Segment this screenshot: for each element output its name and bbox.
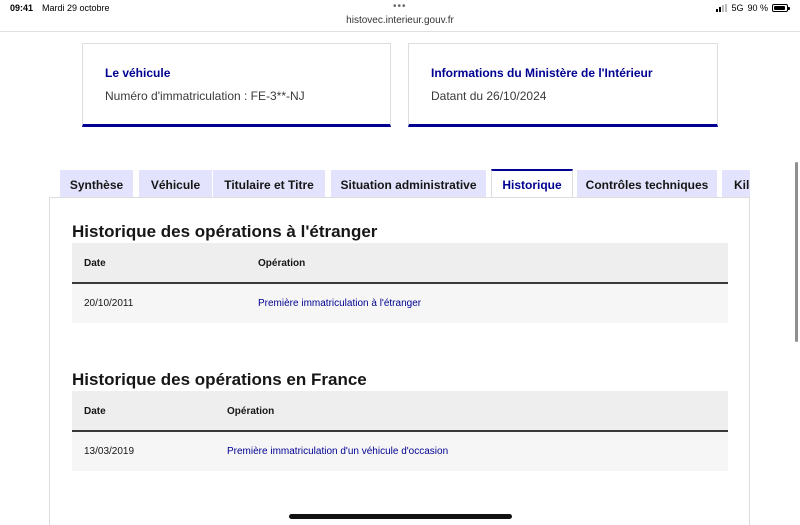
data-date: Datant du 26/10/2024 <box>431 89 547 103</box>
scrollbar[interactable] <box>795 162 798 342</box>
signal-icon <box>716 4 728 12</box>
battery-percentage: 90 % <box>747 3 768 13</box>
tab-titulaire-titre[interactable]: Titulaire et Titre <box>213 170 325 198</box>
vehicle-card: Le véhicule Numéro d'immatriculation : F… <box>82 43 391 127</box>
operation-label: Première immatriculation à l'étranger <box>258 298 422 309</box>
registration-number: Numéro d'immatriculation : FE-3**-NJ <box>105 89 305 103</box>
section-title-foreign: Historique des opérations à l'étranger <box>72 222 378 241</box>
tab-situation-administrative[interactable]: Situation administrative <box>331 170 486 198</box>
table-row: 13/03/2019 Première immatriculation d'un… <box>72 432 728 471</box>
operation-date: 20/10/2011 <box>84 298 134 309</box>
table-row: 20/10/2011 Première immatriculation à l'… <box>72 284 728 323</box>
operation-label: Première immatriculation d'un véhicule d… <box>227 446 449 457</box>
report-tabs: Synthèse Véhicule Titulaire et Titre Sit… <box>60 169 750 198</box>
column-header-operation: Opération <box>227 406 275 417</box>
table-header: Date Opération <box>72 243 728 284</box>
foreign-operations-table: Date Opération 20/10/2011 Première immat… <box>72 243 728 323</box>
url-bar[interactable]: histovec.interieur.gouv.fr <box>0 15 800 26</box>
tab-vehicule[interactable]: Véhicule <box>139 170 212 198</box>
ministry-info-title: Informations du Ministère de l'Intérieur <box>431 66 653 80</box>
table-header: Date Opération <box>72 391 728 432</box>
france-operations-table: Date Opération 13/03/2019 Première immat… <box>72 391 728 471</box>
network-type: 5G <box>731 3 744 13</box>
battery-icon <box>772 4 790 12</box>
status-bar: 09:41 Mardi 29 octobre ••• 5G 90 % <box>0 0 800 16</box>
vehicle-card-title: Le véhicule <box>105 66 171 80</box>
tab-controles-techniques[interactable]: Contrôles techniques <box>577 170 717 198</box>
tab-synthese[interactable]: Synthèse <box>60 170 133 198</box>
tab-historique[interactable]: Historique <box>491 169 573 198</box>
home-indicator[interactable] <box>289 514 512 519</box>
status-time: 09:41 <box>10 3 34 13</box>
ministry-info-card: Informations du Ministère de l'Intérieur… <box>408 43 718 127</box>
column-header-date: Date <box>84 258 106 269</box>
column-header-date: Date <box>84 406 106 417</box>
column-header-operation: Opération <box>258 258 306 269</box>
status-indicators: 5G 90 % <box>716 3 790 13</box>
operation-date: 13/03/2019 <box>84 446 135 457</box>
multitasking-dots-icon[interactable]: ••• <box>393 1 407 12</box>
section-title-france: Historique des opérations en France <box>72 370 367 389</box>
status-date: Mardi 29 octobre <box>42 3 110 13</box>
toolbar-divider <box>0 31 800 32</box>
tab-kilometrage[interactable]: Kilométrage <box>722 170 750 198</box>
